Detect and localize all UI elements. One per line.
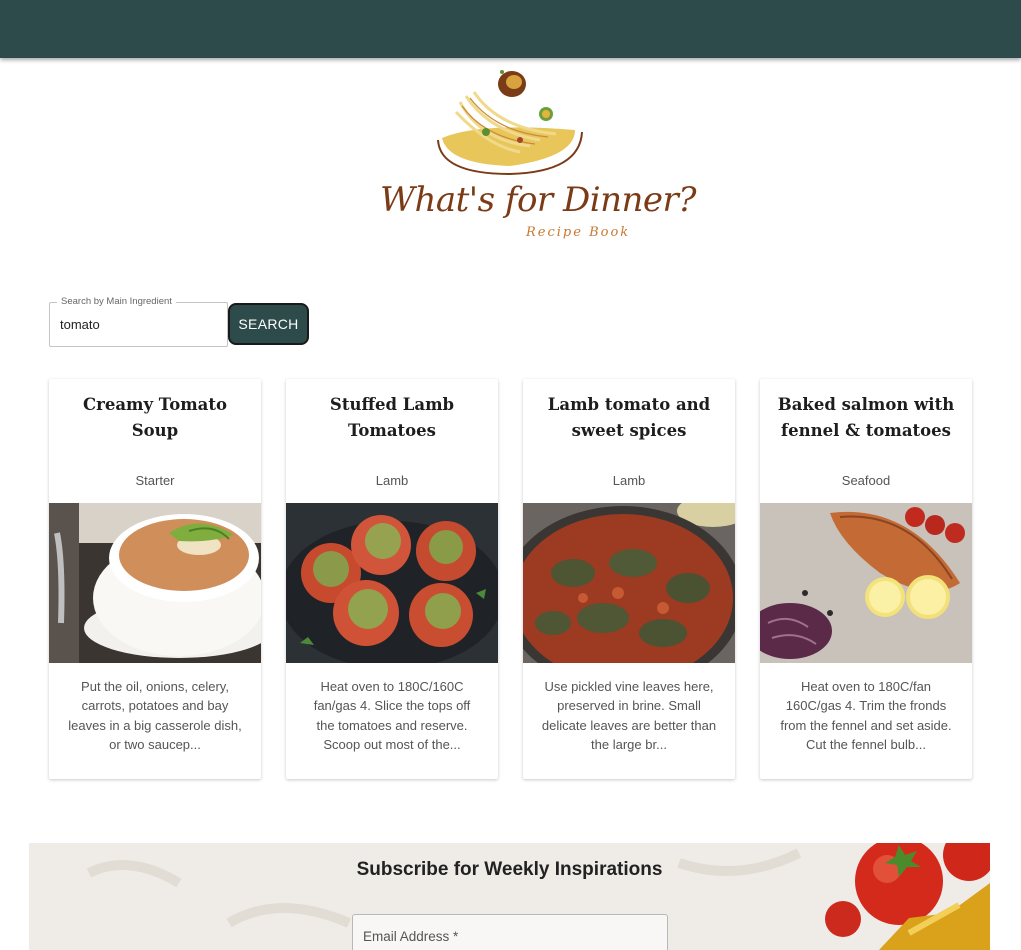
recipe-title: Lamb tomato and sweet spices	[547, 395, 711, 440]
email-field[interactable]: Email Address *	[352, 914, 668, 950]
brand-title: What's for Dinner?	[380, 180, 697, 220]
pasta-bowl-logo-icon	[437, 70, 583, 176]
recipe-category: Starter	[135, 473, 175, 488]
recipe-description: Put the oil, onions, celery, carrots, po…	[68, 679, 242, 752]
brand-subtitle: Recipe Book	[526, 225, 631, 240]
recipe-image[interactable]	[286, 503, 498, 663]
site-logo[interactable]: What's for Dinner? Recipe Book	[370, 62, 697, 247]
search-button[interactable]: SEARCH	[228, 303, 309, 345]
newsletter-title: Subscribe for Weekly Inspirations	[356, 859, 663, 880]
recipe-image[interactable]	[523, 503, 735, 663]
recipe-card[interactable]: Stuffed Lamb Tomatoes Lamb Heat oven to …	[286, 379, 498, 779]
recipe-card[interactable]: Creamy Tomato Soup Starter Put the oil, …	[49, 379, 261, 779]
ingredient-search-field[interactable]: Search by Main Ingredient	[49, 296, 228, 347]
top-app-bar	[0, 0, 1021, 58]
recipe-description: Heat oven to 180C/160C fan/gas 4. Slice …	[313, 679, 471, 752]
recipe-image[interactable]	[49, 503, 261, 663]
recipe-description: Use pickled vine leaves here, preserved …	[541, 679, 717, 752]
recipe-title: Creamy Tomato Soup	[83, 395, 227, 440]
recipe-category: Lamb	[612, 473, 646, 488]
newsletter-section: Subscribe for Weekly Inspirations Email …	[29, 843, 990, 950]
recipe-card[interactable]: Baked salmon with fennel & tomatoes Seaf…	[760, 379, 972, 779]
recipe-card[interactable]: Lamb tomato and sweet spices Lamb Use pi…	[523, 379, 735, 779]
search-input[interactable]	[60, 317, 220, 332]
search-field-label: Search by Main Ingredient	[57, 296, 176, 307]
recipe-description: Heat oven to 180C/fan 160C/gas 4. Trim t…	[780, 679, 952, 752]
recipe-category: Seafood	[841, 473, 891, 488]
email-field-label: Email Address *	[363, 929, 459, 944]
recipe-title: Baked salmon with fennel & tomatoes	[777, 395, 955, 440]
recipe-title: Stuffed Lamb Tomatoes	[329, 395, 455, 440]
recipe-category: Lamb	[375, 473, 409, 488]
recipe-image[interactable]	[760, 503, 972, 663]
